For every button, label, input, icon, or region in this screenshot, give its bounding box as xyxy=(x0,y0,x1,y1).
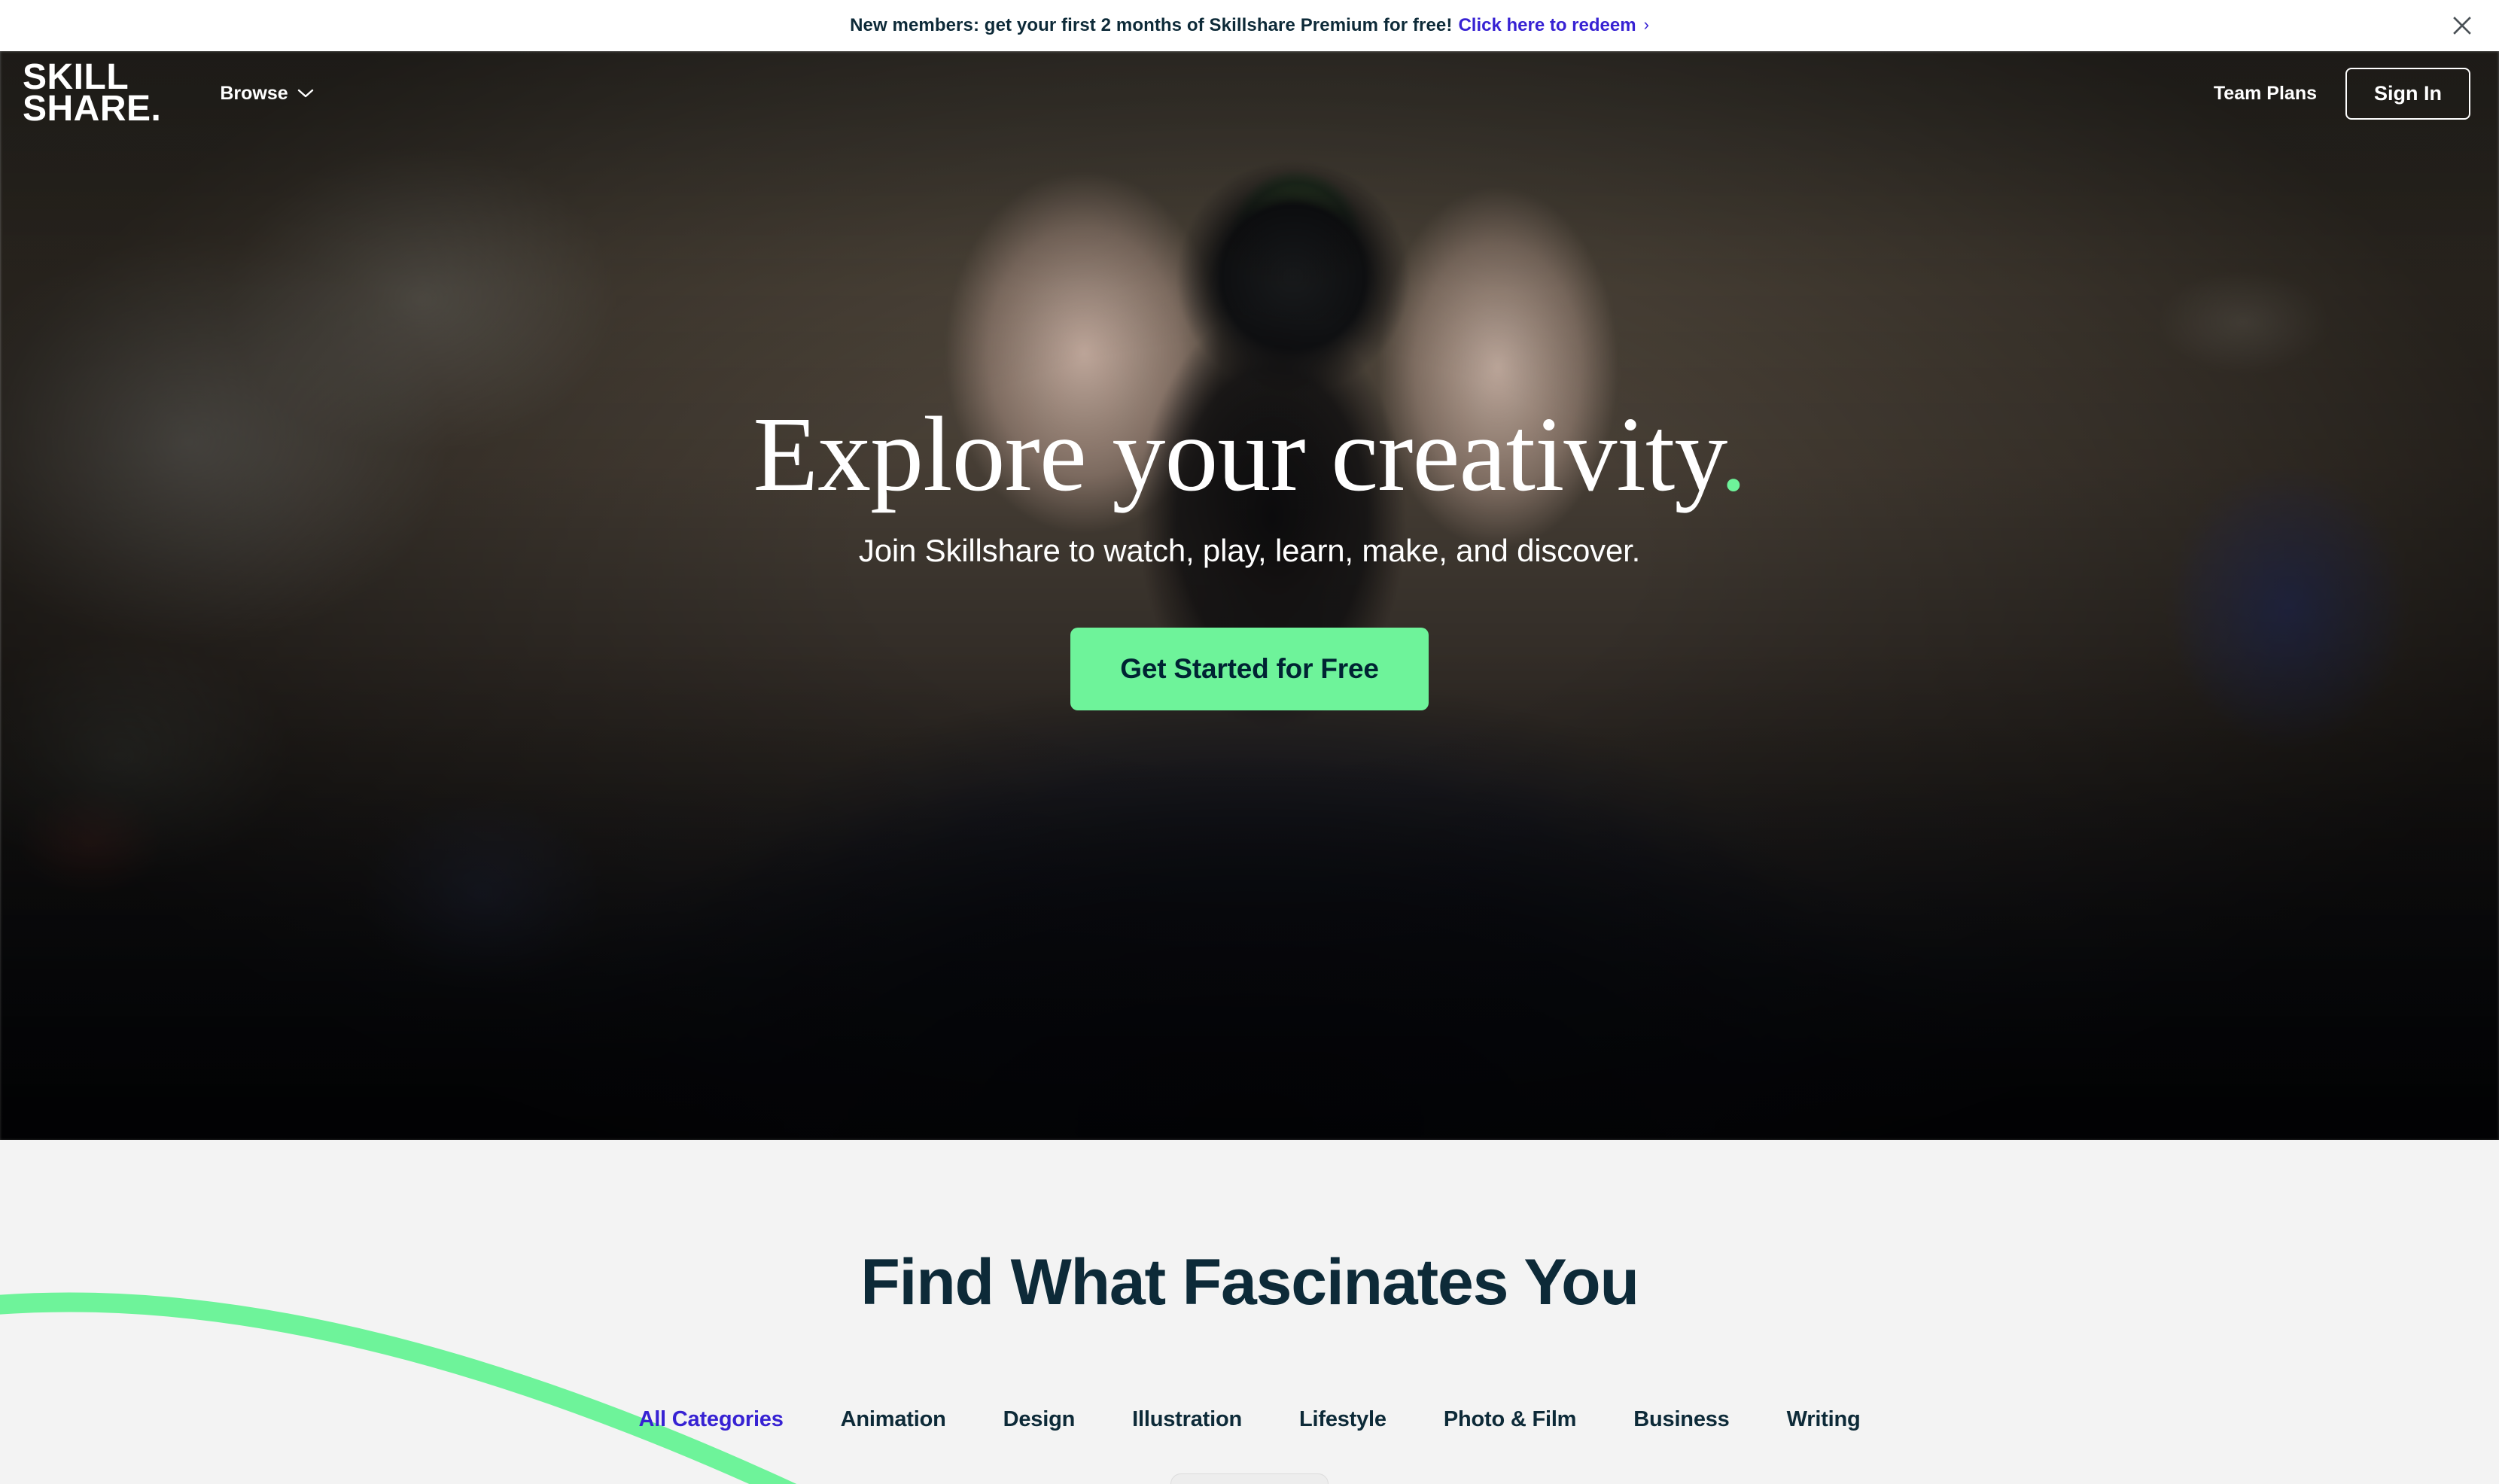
section-title: Find What Fascinates You xyxy=(860,1246,1639,1318)
category-tab-business[interactable]: Business xyxy=(1605,1407,1758,1432)
hero-headline: Explore your creativity. xyxy=(753,397,1746,510)
hero-subheadline: Join Skillshare to watch, play, learn, m… xyxy=(858,533,1641,569)
category-tab-photo-and-film[interactable]: Photo & Film xyxy=(1415,1407,1605,1432)
category-tab-animation[interactable]: Animation xyxy=(812,1407,975,1432)
promo-banner-message: New members: get your first 2 months of … xyxy=(850,15,1453,35)
hero-headline-text: Explore your creativity xyxy=(753,394,1721,513)
category-tab-design[interactable]: Design xyxy=(975,1407,1104,1432)
search-input[interactable]: Search xyxy=(1170,1473,1329,1484)
promo-banner: New members: get your first 2 months of … xyxy=(0,0,2499,51)
promo-redeem-link[interactable]: Click here to redeem xyxy=(1458,15,1636,36)
category-tab-list: All Categories Animation Design Illustra… xyxy=(0,1407,2499,1432)
hero-headline-accent-dot: . xyxy=(1720,394,1746,513)
category-tab-illustration[interactable]: Illustration xyxy=(1103,1407,1271,1432)
close-icon xyxy=(2453,17,2471,35)
chevron-right-icon: › xyxy=(1643,15,1649,34)
close-banner-button[interactable] xyxy=(2445,8,2479,43)
category-tab-all-categories[interactable]: All Categories xyxy=(610,1407,811,1432)
category-tab-writing[interactable]: Writing xyxy=(1758,1407,1889,1432)
hero-section: SKILL SHARE. Browse Team Plans Sign In E… xyxy=(0,51,2499,1140)
hero-content: Explore your creativity. Join Skillshare… xyxy=(0,51,2499,1140)
category-tab-lifestyle[interactable]: Lifestyle xyxy=(1271,1407,1415,1432)
find-what-fascinates-you-section: Find What Fascinates You All Categories … xyxy=(0,1140,2499,1484)
get-started-for-free-button[interactable]: Get Started for Free xyxy=(1070,628,1429,711)
